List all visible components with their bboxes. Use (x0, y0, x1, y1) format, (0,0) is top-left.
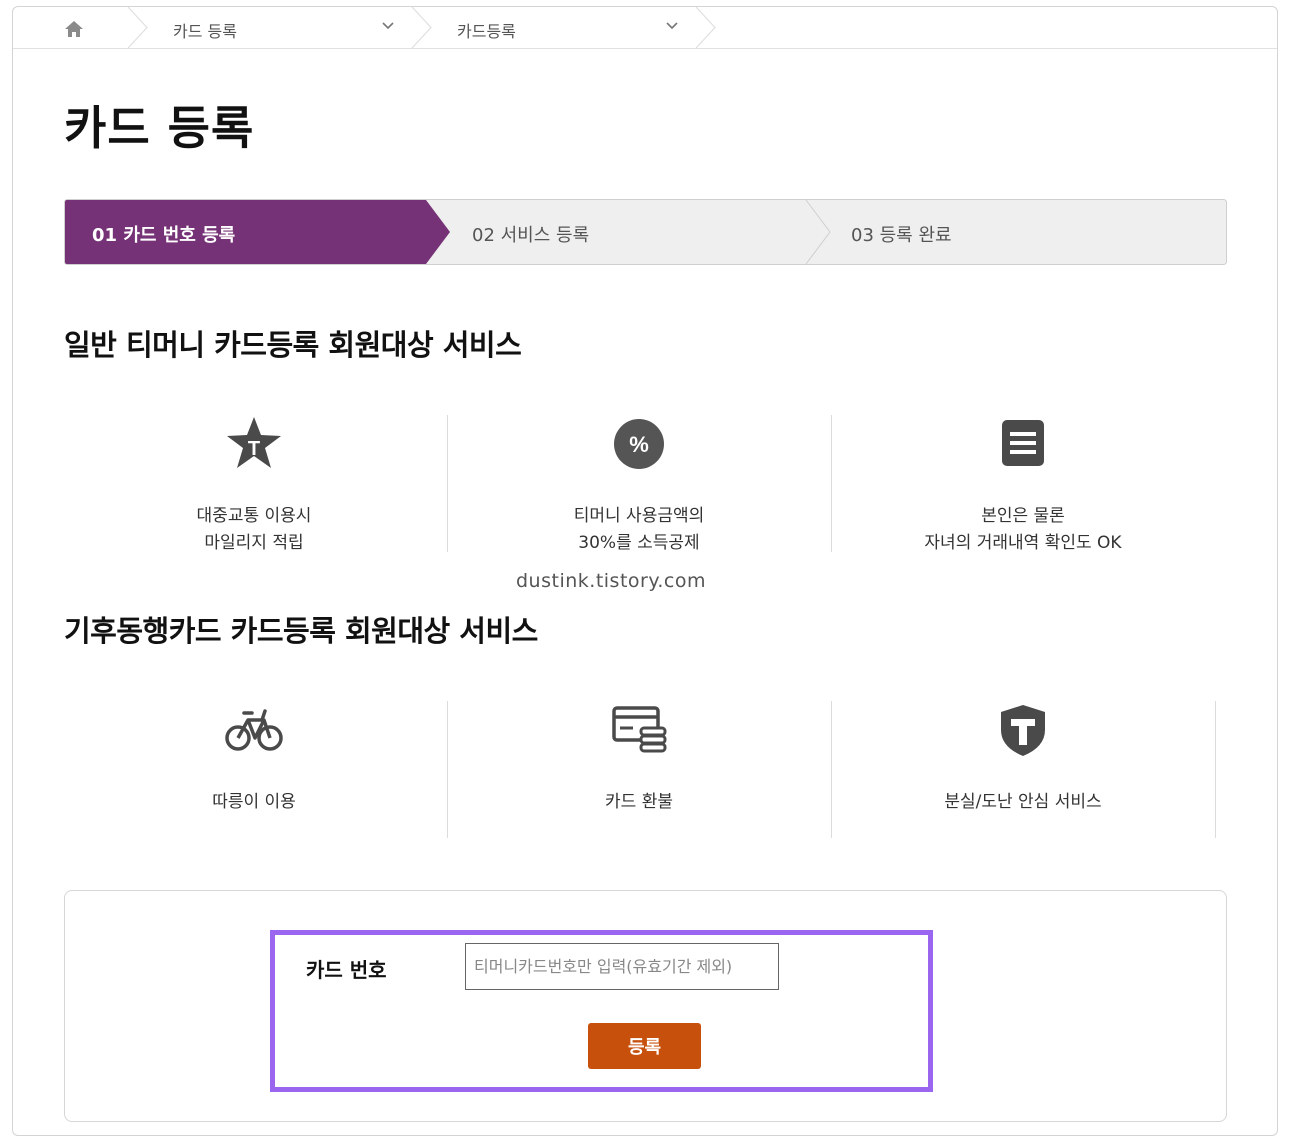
climate-section-title: 기후동행카드 카드등록 회원대상 서비스 (64, 614, 538, 648)
card-coins-icon (612, 706, 667, 753)
divider (447, 701, 448, 838)
breadcrumb-item-card-registration[interactable]: 카드등록 (457, 7, 687, 48)
card-number-label: 카드 번호 (306, 958, 387, 982)
service-text-line1: 본인은 물론 (981, 506, 1065, 526)
service-text-line2: 자녀의 거래내역 확인도 OK (924, 533, 1122, 553)
breadcrumb-separator (127, 7, 148, 48)
service-text: 대중교통 이용시 마일리지 적립 (62, 503, 446, 557)
home-icon[interactable] (63, 19, 85, 39)
document-list-icon (1002, 420, 1044, 466)
breadcrumb-item-label: 카드등록 (457, 22, 516, 41)
watermark-text: dustink.tistory.com (516, 570, 706, 592)
service-text: 티머니 사용금액의 30%를 소득공제 (447, 503, 831, 557)
breadcrumb-item-label: 카드 등록 (173, 22, 237, 41)
card-number-input[interactable] (465, 943, 779, 990)
breadcrumb: 카드 등록 카드등록 (13, 7, 1277, 49)
bicycle-icon (225, 709, 283, 751)
step-progress: 01 카드 번호 등록 02 서비스 등록 03 등록 완료 (64, 199, 1227, 265)
star-t-icon: T (227, 417, 281, 468)
service-text: 카드 환불 (605, 792, 673, 812)
percent-icon: % (614, 419, 664, 469)
svg-text:%: % (629, 432, 649, 457)
chevron-down-icon (382, 22, 394, 30)
register-button[interactable]: 등록 (588, 1023, 701, 1069)
service-text: 본인은 물론 자녀의 거래내역 확인도 OK (831, 503, 1215, 557)
service-text-line1: 티머니 사용금액의 (573, 506, 705, 526)
shield-t-icon (1001, 705, 1045, 756)
divider (1215, 701, 1216, 838)
breadcrumb-item-card-register[interactable]: 카드 등록 (173, 7, 403, 48)
step-progress-background (64, 199, 1227, 265)
breadcrumb-separator (695, 7, 716, 48)
divider (831, 701, 832, 838)
svg-text:T: T (248, 438, 260, 460)
service-text-line1: 대중교통 이용시 (196, 506, 312, 526)
general-section-title: 일반 티머니 카드등록 회원대상 서비스 (64, 328, 522, 362)
service-text-line2: 30%를 소득공제 (578, 533, 700, 553)
service-text: 따릉이 이용 (212, 792, 296, 812)
step-1-label: 01 카드 번호 등록 (92, 225, 236, 246)
service-text: 분실/도난 안심 서비스 (944, 792, 1102, 812)
breadcrumb-separator (411, 7, 432, 48)
step-3-label: 03 등록 완료 (851, 225, 952, 246)
service-text-line2: 마일리지 적립 (204, 533, 304, 553)
chevron-down-icon (666, 22, 678, 30)
step-2-label: 02 서비스 등록 (472, 225, 590, 246)
page-title: 카드 등록 (64, 101, 255, 155)
